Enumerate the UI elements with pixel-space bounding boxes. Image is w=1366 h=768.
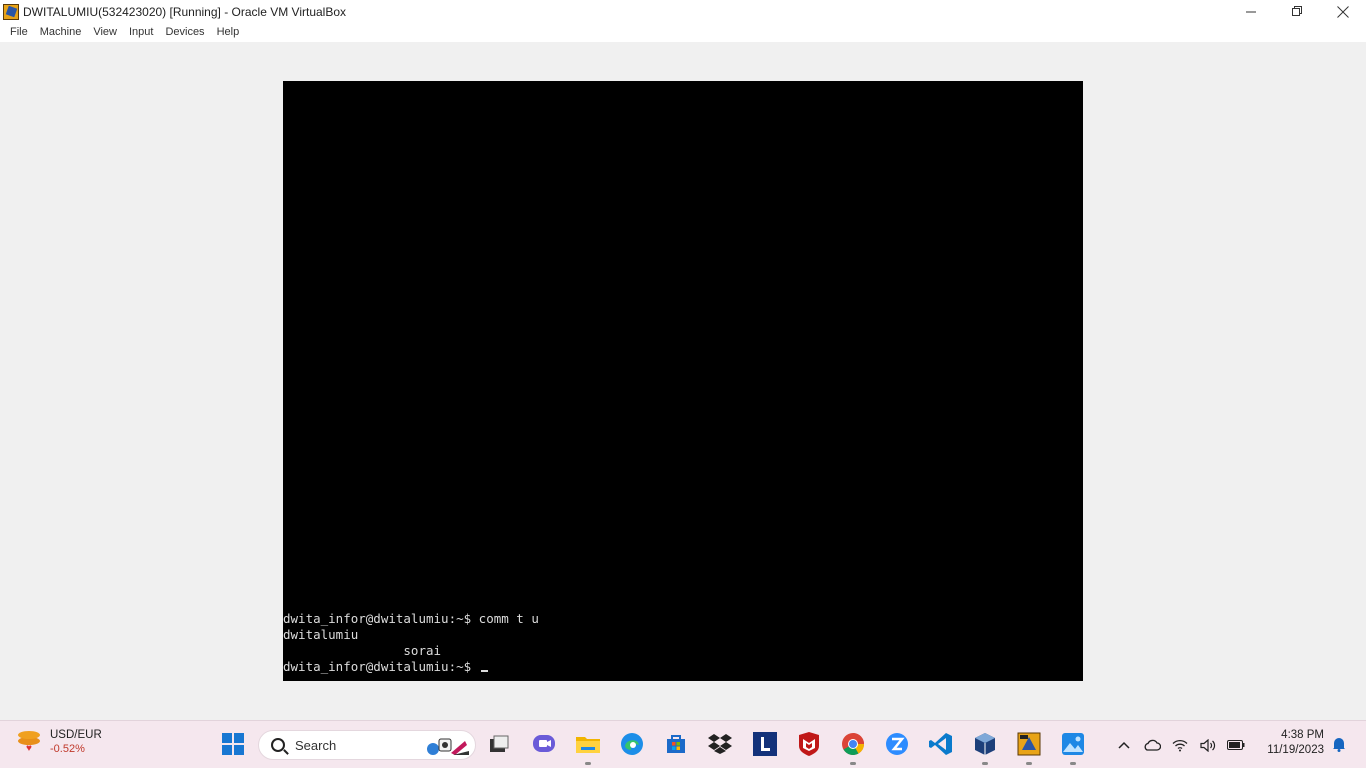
vm-display[interactable]: dwita_infor@dwitalumiu:~$ comm t u dwital… [283,81,1083,681]
bell-icon [1333,738,1345,752]
vscode-icon [929,733,952,755]
taskbar-zoom[interactable] [882,729,912,759]
tray-volume[interactable] [1194,733,1222,757]
menu-help[interactable]: Help [211,23,246,42]
minimize-icon [1245,11,1256,13]
taskbar-virtualbox[interactable] [970,729,1000,765]
taskbar-photos[interactable] [1058,729,1088,765]
widget-title: USD/EUR [50,729,102,741]
terminal-line: dwitalumiu [283,627,359,642]
dropbox-icon [708,734,732,754]
cloud-icon [1144,739,1161,751]
taskbar-task-view[interactable] [484,729,514,759]
close-icon [1337,5,1349,18]
microsoft-store-icon [667,735,685,753]
close-button[interactable] [1320,0,1366,23]
zoom-icon [886,733,908,755]
search-icon [271,738,285,752]
minimize-button[interactable] [1228,0,1274,23]
taskbar-file-explorer[interactable] [573,729,603,765]
menu-view[interactable]: View [87,23,123,42]
coins-icon: ♥ [16,729,42,755]
chevron-up-icon [1118,741,1130,749]
taskbar-virtualbox-vm[interactable] [1014,729,1044,765]
mcafee-icon [799,732,819,756]
teams-chat-icon [533,735,555,752]
restore-button[interactable] [1274,0,1320,23]
window-title: DWITALUMIU(532423020) [Running] - Oracle… [23,4,347,19]
terminal-prompt-line[interactable]: dwita_infor@dwitalumiu:~$ [283,659,1083,675]
running-indicator [850,762,856,765]
taskbar-store[interactable] [661,729,691,759]
widget-change: -0.52% [50,743,85,755]
taskbar-edge[interactable] [617,729,647,759]
virtualbox-vm-icon [1017,732,1041,756]
taskbar-clock[interactable]: 4:38 PM 11/19/2023 [1252,729,1324,756]
photos-icon [1062,733,1084,755]
taskbar-dropbox[interactable] [705,729,735,759]
menu-devices[interactable]: Devices [159,23,210,42]
running-indicator [1070,762,1076,765]
file-explorer-icon [576,737,600,753]
taskbar-vscode[interactable] [926,729,956,759]
virtualbox-app-icon [3,3,19,20]
terminal-prompt: dwita_infor@dwitalumiu:~$ [283,659,479,674]
start-button[interactable] [218,729,248,759]
taskbar-search[interactable]: Search [258,730,476,760]
speaker-icon [1200,738,1216,752]
l-app-icon [753,732,777,756]
chrome-icon [842,733,864,755]
window-controls [1228,0,1366,23]
battery-icon [1227,740,1245,750]
menu-input[interactable]: Input [123,23,159,42]
notifications-button[interactable] [1330,734,1348,754]
taskbar-l-app[interactable] [750,729,780,759]
clock-date: 11/19/2023 [1267,744,1324,756]
window-titlebar[interactable]: DWITALUMIU(532423020) [Running] - Oracle… [0,0,1366,23]
taskbar: ♥ USD/EUR -0.52% Search 4:38 PM 11/19/20… [0,720,1366,768]
clock-time: 4:38 PM [1281,729,1324,741]
taskbar-chrome[interactable] [838,729,868,765]
tray-battery[interactable] [1222,733,1250,757]
windows-start-icon [222,733,244,755]
taskbar-teams[interactable] [529,729,559,759]
edge-browser-icon [621,733,643,755]
file-explorer-task-view-icon [490,735,509,752]
currency-widget[interactable]: ♥ USD/EUR -0.52% [16,729,102,755]
running-indicator [1026,762,1032,765]
menubar: File Machine View Input Devices Help [0,23,1366,42]
running-indicator [982,762,988,765]
terminal-output: dwita_infor@dwitalumiu:~$ comm t u dwital… [283,611,1083,675]
terminal-line: dwita_infor@dwitalumiu:~$ comm t u [283,611,539,626]
wifi-icon [1172,739,1188,751]
tray-wifi[interactable] [1166,733,1194,757]
tray-overflow-button[interactable] [1110,733,1138,757]
search-label: Search [295,737,337,753]
virtualbox-icon [975,733,995,755]
menu-machine[interactable]: Machine [34,23,88,42]
restore-icon [1291,6,1302,16]
terminal-line: sorai [283,643,442,658]
menu-file[interactable]: File [4,23,34,42]
terminal-cursor [480,670,488,672]
running-indicator [585,762,591,765]
search-highlight-art-icon [427,738,469,755]
taskbar-mcafee[interactable] [794,729,824,759]
tray-onedrive[interactable] [1138,733,1166,757]
system-tray [1110,733,1250,757]
